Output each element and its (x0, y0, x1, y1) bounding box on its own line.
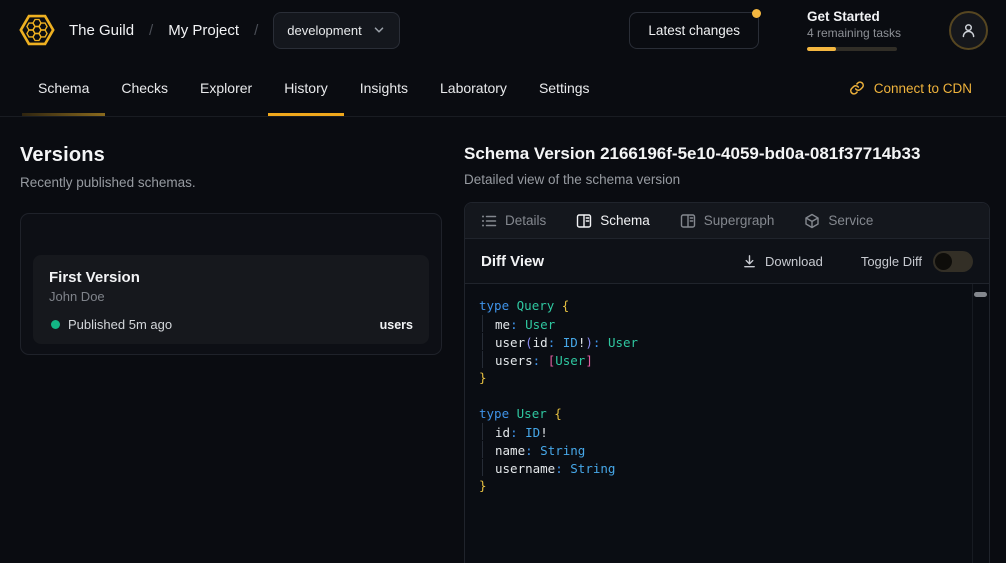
version-detail-panel: Schema Version 2166196f-5e10-4059-bd0a-0… (450, 117, 1006, 563)
get-started-progress-fill (807, 47, 836, 51)
latest-changes-button[interactable]: Latest changes (629, 12, 759, 49)
person-icon (960, 22, 977, 39)
nav-tabs: SchemaChecksExplorerHistoryInsightsLabor… (22, 60, 606, 116)
version-author: John Doe (49, 289, 413, 304)
toggle-diff-switch[interactable] (933, 251, 973, 272)
version-status-row: Published 5m ago users (49, 317, 413, 332)
diff-view-header: Diff View Download Toggle Diff (465, 239, 989, 284)
code-line: username: String (479, 459, 959, 477)
indent-guide (482, 333, 495, 350)
versions-panel: Versions Recently published schemas. Fir… (0, 117, 450, 563)
latest-changes-label: Latest changes (648, 23, 740, 38)
download-label: Download (765, 254, 823, 269)
nav-tab-schema[interactable]: Schema (22, 60, 105, 116)
org-name[interactable]: The Guild (69, 22, 134, 39)
get-started-remaining: 4 remaining tasks (807, 26, 899, 41)
hive-logo-icon[interactable] (18, 11, 56, 49)
primary-nav: SchemaChecksExplorerHistoryInsightsLabor… (0, 60, 1006, 117)
versions-title: Versions (20, 144, 440, 167)
link-icon (849, 80, 865, 96)
scrollbar-thumb[interactable] (974, 292, 987, 297)
nav-tab-insights[interactable]: Insights (344, 60, 424, 116)
nav-tab-history[interactable]: History (268, 60, 344, 116)
connect-to-cdn-label: Connect to CDN (874, 81, 972, 96)
viewer-tab-schema[interactable]: Schema (576, 213, 650, 229)
viewer-tab-label: Schema (600, 213, 650, 228)
viewer-tab-details[interactable]: Details (481, 213, 546, 229)
nav-tab-explorer[interactable]: Explorer (184, 60, 268, 116)
get-started-widget[interactable]: Get Started 4 remaining tasks (807, 9, 899, 51)
viewer-tab-label: Service (828, 213, 873, 228)
toggle-diff-label: Toggle Diff (861, 254, 922, 269)
nav-tab-laboratory[interactable]: Laboratory (424, 60, 523, 116)
top-bar: The Guild / My Project / development Lat… (0, 0, 1006, 60)
download-icon (742, 254, 757, 269)
code-line (479, 387, 959, 405)
list-icon (481, 213, 497, 229)
indent-guide (482, 315, 495, 332)
code-line: user(id: ID!): User (479, 333, 959, 351)
environment-select[interactable]: development (273, 12, 399, 49)
breadcrumb: The Guild / My Project / development (18, 11, 400, 49)
download-button[interactable]: Download (742, 254, 823, 269)
columns-icon (576, 213, 592, 229)
code-line: me: User (479, 315, 959, 333)
code-viewport[interactable]: type Query {me: Useruser(id: ID!): Useru… (465, 284, 989, 563)
scrollbar-track (972, 284, 973, 563)
environment-select-value: development (287, 23, 361, 38)
viewer-tab-label: Supergraph (704, 213, 775, 228)
viewer-tab-supergraph[interactable]: Supergraph (680, 213, 775, 229)
version-name: First Version (49, 269, 413, 286)
main-content: Versions Recently published schemas. Fir… (0, 117, 1006, 563)
versions-list: First Version John Doe Published 5m ago … (20, 213, 442, 355)
viewer-tab-label: Details (505, 213, 546, 228)
breadcrumb-separator: / (149, 22, 153, 39)
viewer-tabs: Details Schema Supergraph Service (465, 203, 989, 239)
indent-guide (482, 423, 495, 440)
code-line: type User { (479, 405, 959, 423)
switch-knob (935, 253, 952, 270)
viewer-tab-service[interactable]: Service (804, 213, 873, 229)
versions-subtitle: Recently published schemas. (20, 175, 440, 190)
indent-guide (482, 459, 495, 476)
columns-icon (680, 213, 696, 229)
diff-actions: Download Toggle Diff (742, 251, 973, 272)
indent-guide (482, 441, 495, 458)
service-badge: users (380, 318, 413, 332)
nav-tab-checks[interactable]: Checks (105, 60, 184, 116)
indent-guide (482, 351, 495, 368)
get-started-progress-bar (807, 47, 897, 51)
cube-icon (804, 213, 820, 229)
project-name[interactable]: My Project (168, 22, 239, 39)
code-line: name: String (479, 441, 959, 459)
connect-to-cdn-link[interactable]: Connect to CDN (849, 60, 972, 116)
schema-code: type Query {me: Useruser(id: ID!): Useru… (465, 284, 989, 508)
breadcrumb-separator: / (254, 22, 258, 39)
code-line: type Query { (479, 297, 959, 315)
published-status-dot (51, 320, 60, 329)
app-root: The Guild / My Project / development Lat… (0, 0, 1006, 563)
chevron-down-icon (372, 23, 386, 37)
code-line: users: [User] (479, 351, 959, 369)
top-bar-actions: Latest changes Get Started 4 remaining t… (629, 9, 988, 51)
schema-version-subtitle: Detailed view of the schema version (464, 172, 990, 187)
version-card[interactable]: First Version John Doe Published 5m ago … (33, 255, 429, 344)
user-avatar[interactable] (949, 11, 988, 50)
version-status: Published 5m ago (68, 317, 172, 332)
nav-tab-settings[interactable]: Settings (523, 60, 606, 116)
schema-viewer: Details Schema Supergraph Service Diff View… (464, 202, 990, 563)
code-line: } (479, 369, 959, 387)
code-line: } (479, 477, 959, 495)
get-started-title: Get Started (807, 9, 899, 25)
schema-version-title: Schema Version 2166196f-5e10-4059-bd0a-0… (464, 144, 990, 164)
notification-dot (752, 9, 761, 18)
code-line: id: ID! (479, 423, 959, 441)
diff-view-title: Diff View (481, 253, 544, 270)
